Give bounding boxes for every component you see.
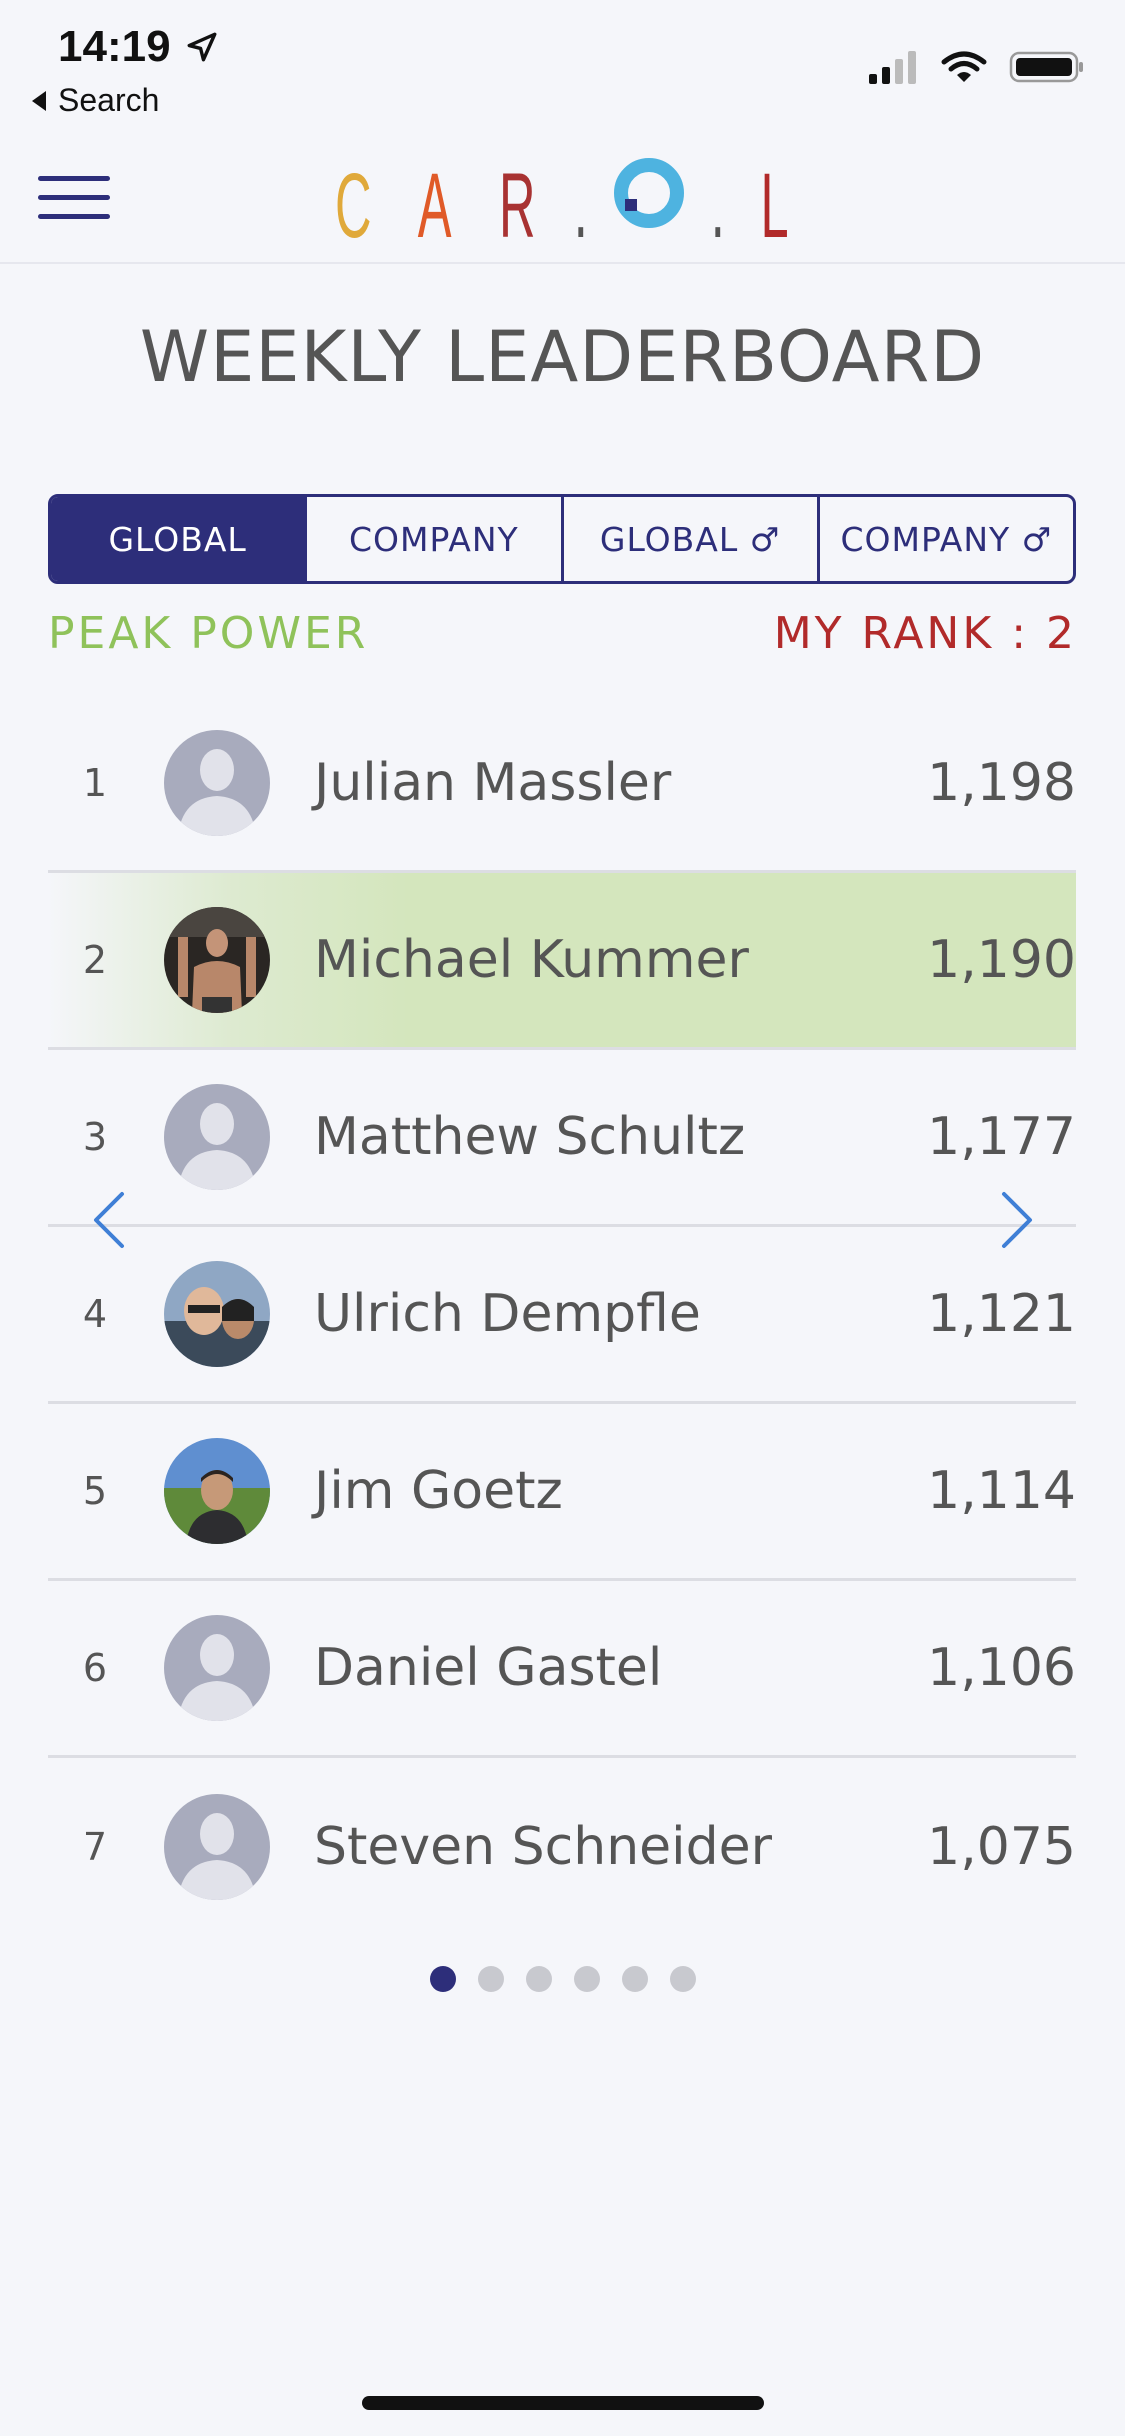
wifi-icon <box>941 51 987 82</box>
avatar <box>164 907 270 1013</box>
tab-global[interactable]: GLOBAL <box>51 497 308 581</box>
chevron-left-icon[interactable] <box>88 1190 128 1250</box>
back-caret-icon <box>32 90 46 111</box>
leaderboard-row[interactable]: 1 Julian Massler 1,198 <box>48 696 1076 873</box>
person-placeholder-icon <box>164 1793 270 1900</box>
leaderboard-row-current-user[interactable]: 2 Michael Kummer 1,190 <box>48 873 1076 1050</box>
my-rank: MY RANK : 2 <box>773 608 1077 659</box>
page-title: WEEKLY LEADERBOARD <box>139 316 986 398</box>
status-time: 14:19 <box>58 22 219 72</box>
leaderboard-row[interactable]: 3 Matthew Schultz 1,177 <box>48 1050 1076 1227</box>
player-name: Jim Goetz <box>314 1461 563 1521</box>
leaderboard-row[interactable]: 6 Daniel Gastel 1,106 <box>48 1581 1076 1758</box>
tab-company[interactable]: COMPANY <box>307 497 564 581</box>
page-dot[interactable] <box>477 1966 504 1992</box>
player-name: Michael Kummer <box>314 930 749 990</box>
logo-letter <box>611 155 687 252</box>
leaderboard-row[interactable]: 4 Ulrich Dempfle 1,121 <box>48 1227 1076 1404</box>
rank-number: 7 <box>82 1824 108 1869</box>
avatar <box>164 1438 270 1544</box>
player-score: 1,121 <box>927 1284 1076 1344</box>
person-placeholder-icon <box>164 730 270 836</box>
player-score: 1,075 <box>927 1816 1076 1877</box>
location-arrow-icon <box>187 32 216 62</box>
rank-number: 5 <box>82 1469 108 1513</box>
app-header: CAR.. L <box>0 130 1125 264</box>
page-dot[interactable] <box>669 1966 696 1992</box>
user-photo <box>164 1438 270 1544</box>
time-text: 14:19 <box>58 22 171 71</box>
logo-letter: A <box>418 155 452 257</box>
person-placeholder-icon <box>164 1615 270 1721</box>
player-score: 1,177 <box>927 1107 1076 1167</box>
person-placeholder-icon <box>164 1084 270 1190</box>
player-name: Steven Schneider <box>314 1816 772 1877</box>
page-dot[interactable] <box>621 1966 648 1992</box>
logo-letter: C <box>334 155 372 257</box>
rank-number: 1 <box>82 761 108 805</box>
logo-letter: . <box>711 155 726 257</box>
status-icons <box>867 50 1085 84</box>
rank-number: 3 <box>82 1115 108 1159</box>
player-score: 1,190 <box>927 930 1076 990</box>
avatar <box>164 730 270 836</box>
leaderboard-list: 1 Julian Massler 1,198 2 Michael Kummer <box>48 696 1076 1935</box>
home-indicator[interactable] <box>362 2396 764 2410</box>
leaderboard-row[interactable]: 5 Jim Goetz 1,114 <box>48 1404 1076 1581</box>
carol-logo: CAR..L <box>320 152 800 252</box>
hamburger-menu-icon[interactable] <box>38 176 110 222</box>
avatar <box>164 1793 270 1900</box>
user-photo <box>164 1261 270 1367</box>
page-dot[interactable] <box>429 1966 456 1992</box>
back-to-search-link[interactable]: Search <box>30 82 159 119</box>
rank-number: 2 <box>82 938 108 982</box>
pagination-dots <box>0 1966 1125 1992</box>
metric-label: PEAK POWER <box>48 608 369 659</box>
player-score: 1,106 <box>927 1638 1076 1698</box>
player-score: 1,114 <box>927 1461 1076 1521</box>
signal-icon <box>869 51 916 84</box>
tab-company-male[interactable]: COMPANY ♂ <box>820 497 1073 581</box>
player-name: Julian Massler <box>314 753 672 813</box>
avatar <box>164 1261 270 1367</box>
page-dot[interactable] <box>573 1966 600 1992</box>
leaderboard-tabs: GLOBAL COMPANY GLOBAL ♂ COMPANY ♂ <box>48 494 1076 584</box>
player-name: Ulrich Dempfle <box>314 1284 701 1344</box>
page-dot[interactable] <box>525 1966 552 1992</box>
player-name: Daniel Gastel <box>314 1638 663 1698</box>
player-score: 1,198 <box>927 753 1076 813</box>
leaderboard-row[interactable]: 7 Steven Schneider 1,075 <box>48 1758 1076 1935</box>
logo-letter: R <box>498 155 536 257</box>
back-label: Search <box>58 82 160 118</box>
tab-global-male[interactable]: GLOBAL ♂ <box>564 497 820 581</box>
user-photo <box>164 907 270 1013</box>
rank-number: 6 <box>82 1646 108 1690</box>
battery-icon <box>1009 51 1083 83</box>
logo-letter: . <box>573 155 588 257</box>
avatar <box>164 1615 270 1721</box>
chevron-right-icon[interactable] <box>998 1190 1038 1250</box>
rank-number: 4 <box>82 1292 108 1336</box>
logo-letter: L <box>760 155 789 257</box>
avatar <box>164 1084 270 1190</box>
player-name: Matthew Schultz <box>314 1107 746 1167</box>
